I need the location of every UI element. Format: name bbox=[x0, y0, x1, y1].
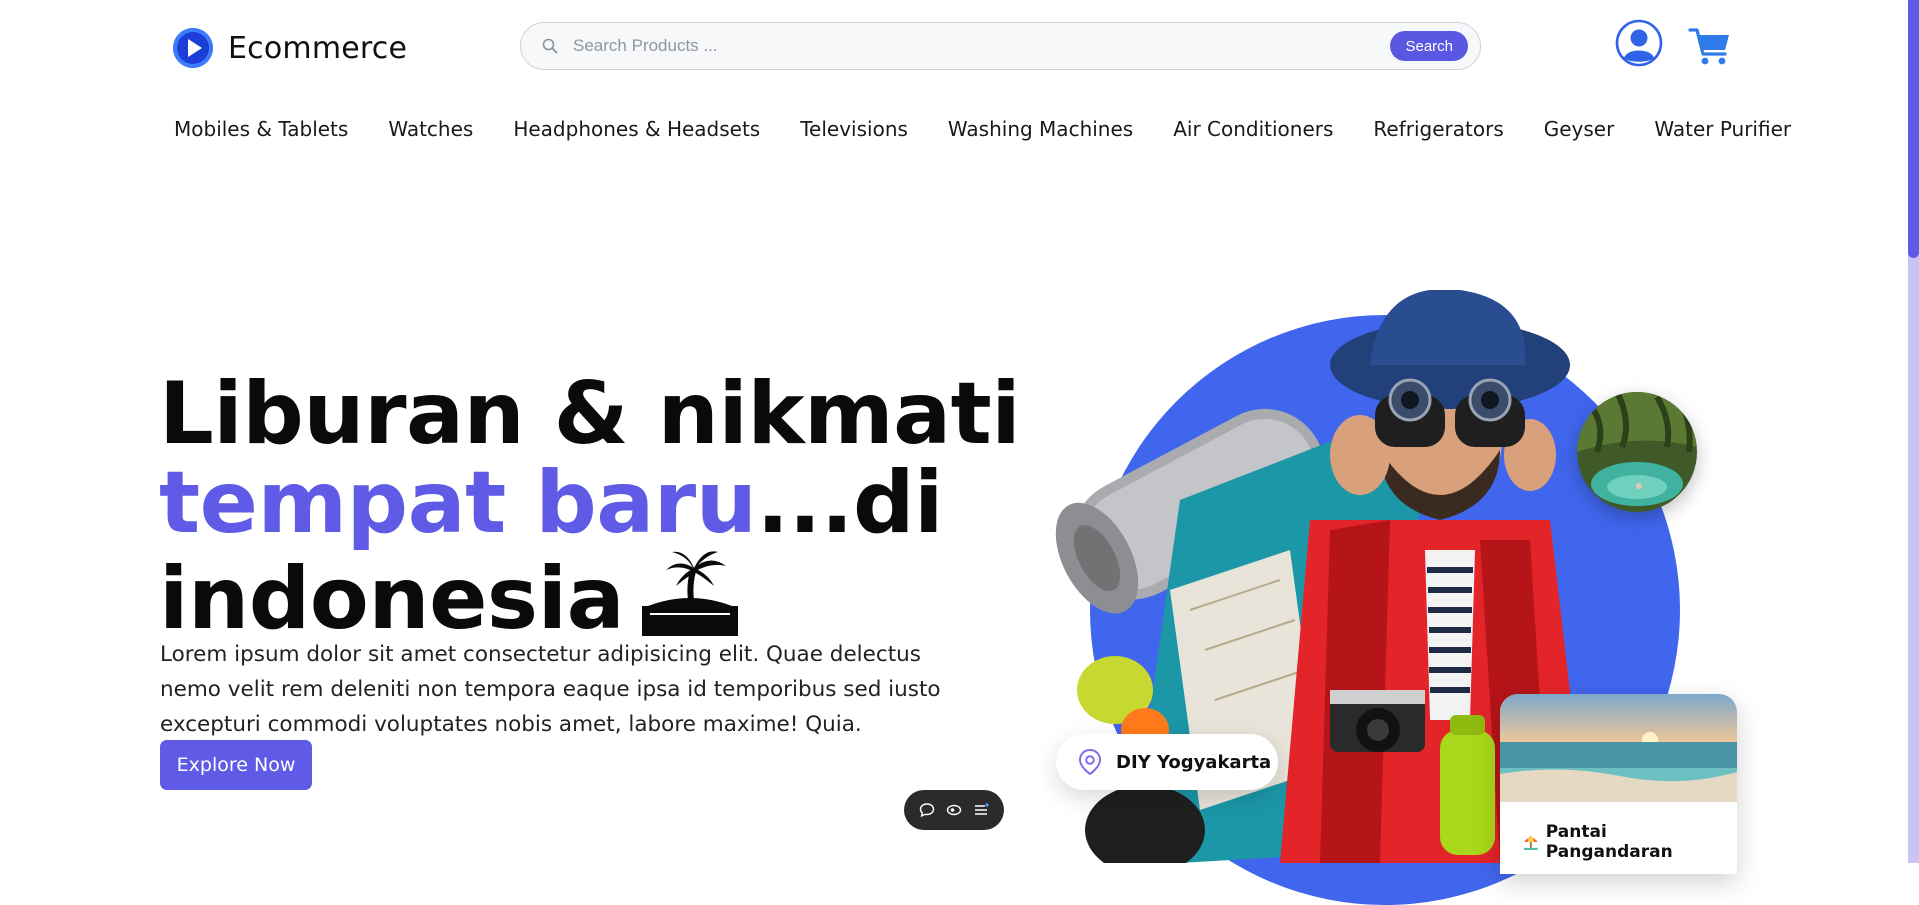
menu-icon[interactable] bbox=[973, 802, 989, 818]
beach-umbrella-icon bbox=[1523, 835, 1538, 850]
search-button[interactable]: Search bbox=[1390, 31, 1468, 61]
hero-title-line2-rest: ...di bbox=[756, 453, 943, 553]
cart-icon bbox=[1688, 28, 1729, 65]
user-icon bbox=[1615, 19, 1663, 67]
brand-logo-link[interactable]: Ecommerce bbox=[173, 27, 407, 69]
category-link[interactable]: Water Purifier bbox=[1654, 117, 1791, 141]
category-link[interactable]: Headphones & Headsets bbox=[513, 117, 760, 141]
location-chip-label: DIY Yogyakarta bbox=[1116, 751, 1272, 773]
cart-button[interactable] bbox=[1688, 24, 1732, 68]
search-input[interactable] bbox=[565, 35, 1391, 57]
category-nav: Mobiles & Tablets Watches Headphones & H… bbox=[174, 117, 1791, 141]
user-account-button[interactable] bbox=[1615, 19, 1663, 67]
category-link[interactable]: Refrigerators bbox=[1373, 117, 1503, 141]
beach-card-label: Pantai Pangandaran bbox=[1545, 822, 1673, 862]
category-link[interactable]: Air Conditioners bbox=[1173, 117, 1333, 141]
top-header: Ecommerce Search bbox=[0, 0, 1908, 95]
play-circle-icon bbox=[173, 28, 213, 68]
hero-title-line1: Liburan & nikmati bbox=[159, 364, 1021, 464]
hero-title-line3: indonesia bbox=[159, 549, 625, 649]
category-link[interactable]: Washing Machines bbox=[948, 117, 1133, 141]
beach-card[interactable]: Pantai Pangandaran bbox=[1500, 694, 1737, 874]
brand-name: Ecommerce bbox=[228, 30, 408, 66]
category-link[interactable]: Watches bbox=[388, 117, 473, 141]
category-link[interactable]: Televisions bbox=[800, 117, 908, 141]
beach-photo bbox=[1500, 694, 1737, 802]
floating-toolbar bbox=[904, 790, 1004, 830]
hero-title-accent: tempat baru bbox=[159, 453, 757, 553]
waterfall-photo bbox=[1577, 392, 1697, 512]
comment-icon[interactable] bbox=[919, 802, 935, 818]
category-link[interactable]: Geyser bbox=[1544, 117, 1615, 141]
beach-card-label-wrap: Pantai Pangandaran bbox=[1522, 822, 1737, 862]
scrollbar-thumb[interactable] bbox=[1908, 0, 1919, 258]
category-link[interactable]: Mobiles & Tablets bbox=[174, 117, 348, 141]
page-scrollbar[interactable] bbox=[1908, 0, 1919, 863]
location-chip[interactable]: DIY Yogyakarta bbox=[1056, 734, 1278, 790]
search-icon bbox=[535, 31, 565, 61]
location-pin-icon bbox=[1078, 749, 1102, 775]
explore-now-button[interactable]: Explore Now bbox=[160, 740, 312, 790]
view-toggle-icon[interactable] bbox=[946, 802, 962, 818]
hero-description: Lorem ipsum dolor sit amet consectetur a… bbox=[160, 642, 941, 737]
hero-title: Liburan & nikmati tempat baru...di indon… bbox=[159, 370, 1021, 652]
search-bar: Search bbox=[520, 22, 1481, 70]
